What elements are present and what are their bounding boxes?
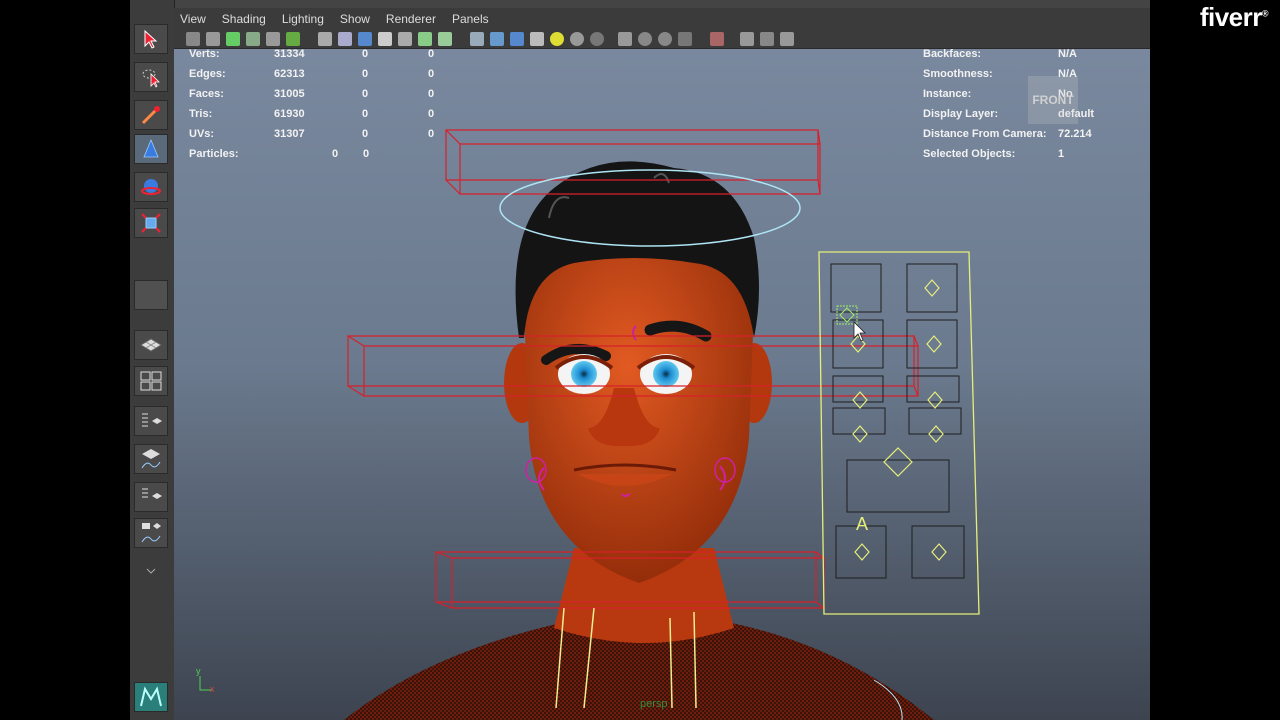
lasso-tool[interactable] [134, 62, 168, 92]
hud-label: Tris: [189, 108, 213, 120]
four-pane-icon [140, 371, 162, 391]
hud-value: 0 [428, 108, 435, 120]
hud-label: Faces: [189, 88, 224, 100]
maya-logo-button[interactable] [134, 682, 168, 712]
maya-window: View Shading Lighting Show Renderer Pane… [130, 0, 1150, 720]
persp-graph-icon [141, 523, 161, 543]
grid-plane-icon [140, 338, 162, 352]
hud-value: 0 [362, 68, 369, 80]
hud-value: 62313 [274, 68, 305, 80]
paint-brush-icon [141, 106, 160, 125]
axis-x-label: x [210, 684, 215, 694]
select-tool[interactable] [134, 24, 168, 54]
toolbox [130, 0, 175, 720]
rotate-sphere-icon [141, 179, 161, 195]
last-tool-slot[interactable] [134, 280, 168, 310]
hud-value: N/A [1058, 48, 1077, 60]
control-letter: A [856, 514, 869, 534]
scene-canvas [199, 129, 980, 720]
hud-value: 31307 [274, 128, 305, 140]
outliner-icon [142, 413, 162, 427]
viewport-panel[interactable]: View Shading Lighting Show Renderer Pane… [174, 8, 1150, 720]
hud-value: 0 [363, 148, 370, 160]
watermark-text: fiverr [1199, 2, 1263, 32]
rotate-tool[interactable] [134, 172, 168, 202]
paint-tool[interactable] [134, 100, 168, 130]
persp-graph-layout[interactable] [134, 518, 168, 548]
scale-tool[interactable] [134, 208, 168, 238]
hud-value: 0 [362, 48, 369, 60]
hud-value: 0 [428, 48, 435, 60]
hud-value: 0 [428, 88, 435, 100]
hud-value: 0 [428, 128, 435, 140]
hud-label: UVs: [189, 128, 215, 140]
hud-value: 72.214 [1058, 128, 1092, 140]
hud-label: Verts: [189, 48, 220, 60]
four-view-layout[interactable] [134, 366, 168, 396]
view-cube-front[interactable]: FRONT [1028, 76, 1078, 124]
hud-label: Backfaces: [923, 48, 982, 60]
chevron-down-icon [146, 568, 156, 574]
hud-value: 31334 [274, 48, 305, 60]
hypershade-layout[interactable] [134, 482, 168, 512]
hud-label: Smoothness: [923, 68, 993, 80]
move-tool[interactable] [134, 134, 168, 164]
more-layouts-button[interactable] [134, 556, 168, 586]
single-view-layout[interactable] [134, 330, 168, 360]
outliner-layout[interactable] [134, 406, 168, 436]
hud-value: 61930 [274, 108, 305, 120]
graph-layout[interactable] [134, 444, 168, 474]
right-iris [653, 361, 679, 387]
left-iris [571, 361, 597, 387]
hud-label: Instance: [923, 88, 972, 100]
axis-y-label: y [196, 666, 201, 676]
hud-label: Edges: [189, 68, 226, 80]
hud-label: Distance From Camera: [923, 128, 1047, 140]
hypershade-icon [142, 488, 162, 499]
hud-value: 0 [362, 88, 369, 100]
hud-value: 31005 [274, 88, 305, 100]
arrow-cursor-icon [144, 29, 158, 49]
face-control-slots [830, 263, 965, 579]
hud-value: 0 [362, 108, 369, 120]
move-cone-icon [143, 138, 159, 158]
hud-value: 1 [1058, 148, 1065, 160]
hud-value: 0 [332, 148, 339, 160]
hud-value: 0 [428, 68, 435, 80]
fiverr-watermark: fiverr® [1199, 2, 1269, 32]
scale-cube-icon [141, 213, 161, 233]
hud-label: Display Layer: [923, 108, 999, 120]
lasso-icon [142, 69, 160, 88]
hud-label: Particles: [189, 148, 239, 160]
maya-logo-icon [140, 686, 162, 707]
graph-editor-icon [141, 449, 161, 469]
hud-value: 0 [362, 128, 369, 140]
hud-label: Selected Objects: [923, 148, 1016, 160]
camera-name: persp [640, 698, 668, 710]
screen-frame: View Shading Lighting Show Renderer Pane… [0, 0, 1280, 720]
